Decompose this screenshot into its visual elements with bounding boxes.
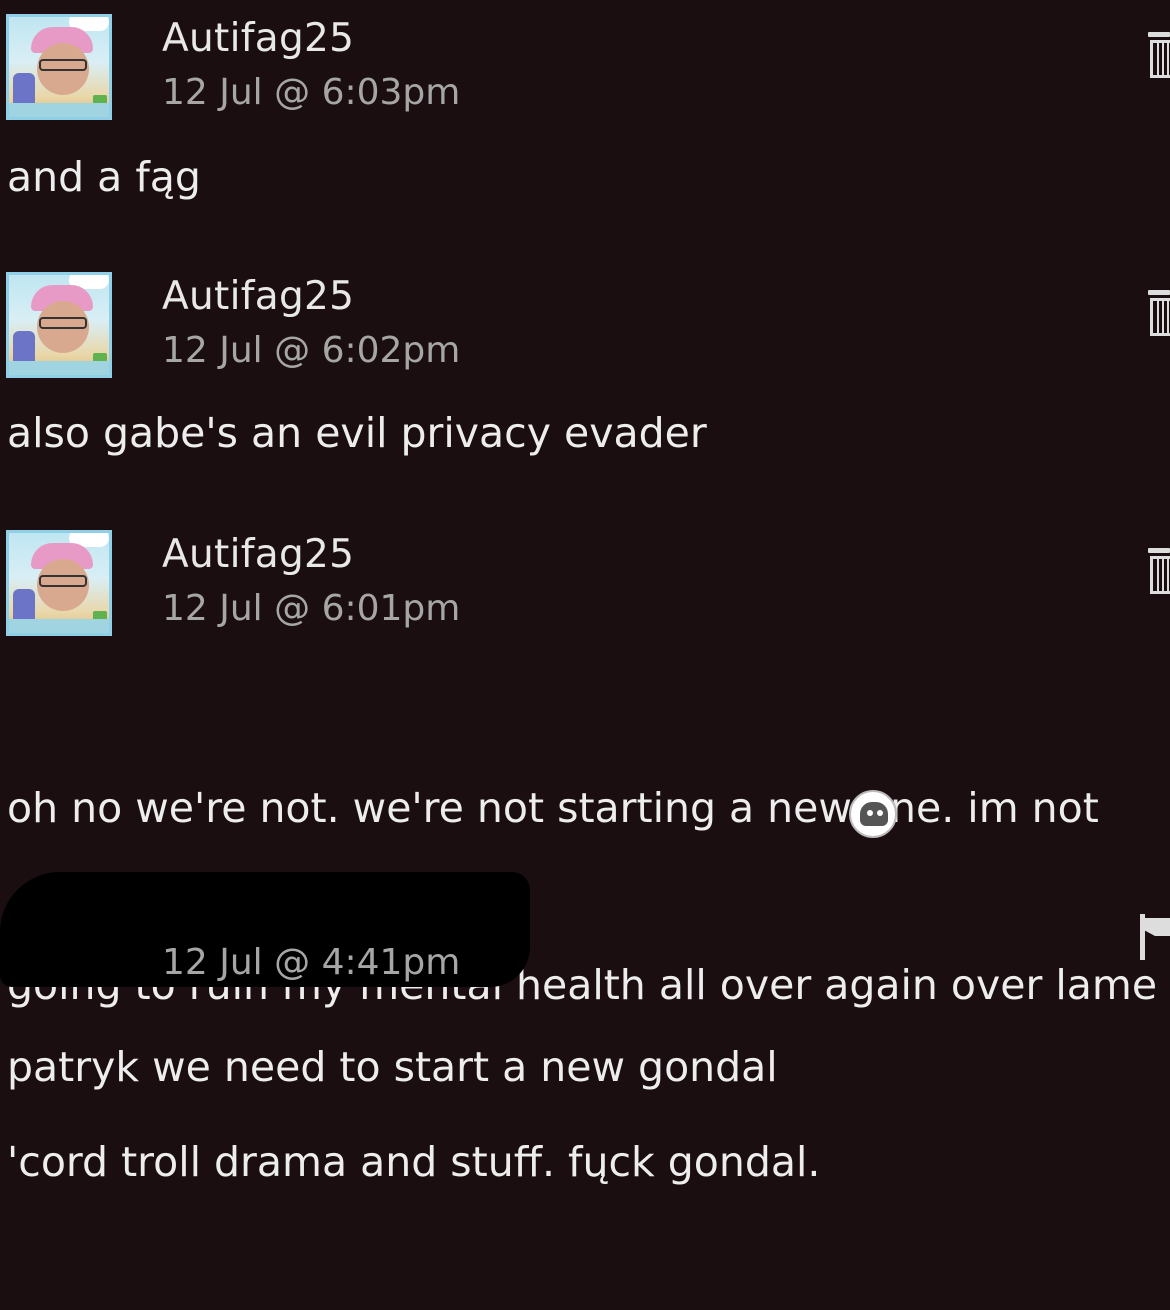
comment-timestamp: 12 Jul @ 4:41pm <box>162 942 461 983</box>
emoticon-icon <box>849 790 897 838</box>
trash-can <box>1150 298 1170 336</box>
comment-text-line: 'cord troll drama and stuff. fųck gondal… <box>7 1138 821 1186</box>
comment-timestamp: 12 Jul @ 6:01pm <box>162 588 461 629</box>
flag-pole <box>1140 914 1145 960</box>
avatar-glasses <box>39 59 87 71</box>
comment-text-line: oh no we're not. we're not starting a ne… <box>7 784 1099 832</box>
trash-icon[interactable] <box>1148 290 1170 336</box>
avatar[interactable] <box>6 272 112 378</box>
trash-lid <box>1148 548 1170 553</box>
comment-username[interactable]: Autifag25 <box>162 274 354 319</box>
comment-text: also gabe's an evil privacy evader <box>7 409 707 457</box>
trash-lid <box>1148 290 1170 295</box>
comment-timestamp: 12 Jul @ 6:03pm <box>162 72 461 113</box>
comment-text: and a fąg <box>7 153 201 201</box>
trash-icon[interactable] <box>1148 32 1170 78</box>
comment-timestamp: 12 Jul @ 6:02pm <box>162 330 461 371</box>
avatar-sea <box>9 103 109 117</box>
flag-cloth <box>1145 918 1170 936</box>
comment-username[interactable]: Autifag25 <box>162 532 354 577</box>
avatar-sea <box>9 361 109 375</box>
comment-username[interactable]: Autifag25 <box>162 16 354 61</box>
avatar-glasses <box>39 575 87 587</box>
avatar[interactable] <box>6 530 112 636</box>
avatar-glasses <box>39 317 87 329</box>
avatar[interactable] <box>6 14 112 120</box>
trash-icon[interactable] <box>1148 548 1170 594</box>
trash-can <box>1150 556 1170 594</box>
avatar-sea <box>9 619 109 633</box>
trash-can <box>1150 40 1170 78</box>
trash-lid <box>1148 32 1170 37</box>
comment-text: patryk we need to start a new gondal <box>7 1043 778 1091</box>
flag-icon[interactable] <box>1140 914 1170 960</box>
